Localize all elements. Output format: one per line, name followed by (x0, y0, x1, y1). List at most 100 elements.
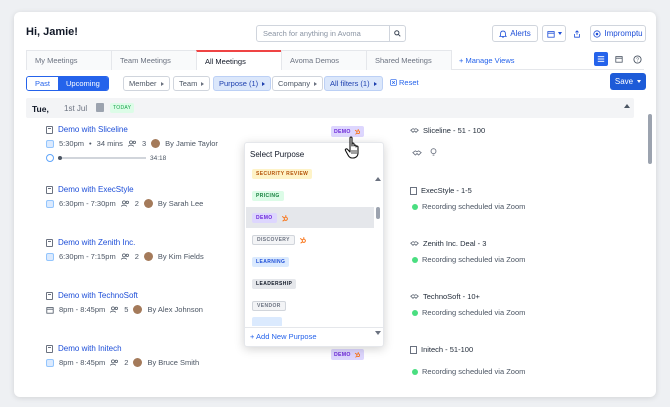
notes-icon (46, 292, 53, 300)
meeting-title[interactable]: Demo with Initech (58, 344, 122, 353)
purpose-option[interactable]: DEMO (246, 207, 374, 228)
add-new-purpose-link[interactable]: + Add New Purpose (250, 332, 317, 341)
member-filter-label: Member (129, 79, 157, 88)
attendees-icon (110, 306, 119, 313)
team-filter[interactable]: Team (173, 76, 211, 91)
meeting-duration: 34 mins (96, 139, 123, 148)
purpose-pill: VENDOR (252, 300, 286, 311)
reset-label: Reset (399, 78, 419, 87)
purpose-option[interactable]: VENDOR (246, 295, 374, 316)
purpose-pill: PRICING (252, 190, 284, 201)
alerts-label: Alerts (510, 29, 531, 38)
meeting-title[interactable]: Demo with TechnoSoft (58, 291, 138, 300)
calendar-day-icon (96, 103, 104, 112)
member-filter[interactable]: Member (123, 76, 170, 91)
purpose-tag-label: DEMO (334, 128, 351, 135)
purpose-option-partial[interactable] (246, 317, 374, 326)
caret-right-icon (201, 81, 205, 86)
deal-info[interactable]: Sliceline - 51 - 100 (410, 126, 485, 135)
play-icon[interactable] (46, 154, 54, 162)
meeting-title[interactable]: Demo with ExecStyle (58, 185, 134, 194)
meeting-owner: By Jamie Taylor (165, 139, 218, 148)
tab-avoma-demos[interactable]: Avoma Demos (281, 50, 367, 70)
deal-info[interactable]: Initech - 51-100 (410, 345, 473, 354)
tab-team-meetings[interactable]: Team Meetings (111, 50, 197, 70)
status-dot (412, 368, 418, 375)
all-filters-button[interactable]: All filters (1) (324, 76, 383, 91)
purpose-option[interactable]: SECURITY REVIEW (246, 163, 374, 184)
deal-name: Initech - 51-100 (421, 345, 474, 354)
playback-bar[interactable] (58, 155, 146, 160)
calendar-menu-button[interactable] (542, 25, 566, 42)
purpose-option[interactable]: LEARNING (246, 251, 374, 272)
deal-info[interactable]: Zenith Inc. Deal - 3 (410, 239, 486, 248)
tab-my-meetings[interactable]: My Meetings (26, 50, 112, 70)
search-box (256, 25, 406, 42)
share-button[interactable] (569, 25, 585, 42)
purpose-dropdown: Select Purpose SECURITY REVIEW PRICING D… (244, 142, 384, 347)
team-filter-label: Team (179, 79, 198, 88)
status-dot (412, 203, 418, 210)
past-toggle[interactable]: Past (27, 77, 59, 90)
meeting-title[interactable]: Demo with Zenith Inc. (58, 238, 135, 247)
help-button[interactable]: ? (630, 52, 644, 66)
purpose-filter-label: Purpose (1) (219, 79, 259, 88)
impromptu-button[interactable]: Impromptu (590, 25, 646, 42)
tab-shared-meetings[interactable]: Shared Meetings (366, 50, 452, 70)
purpose-option[interactable]: DISCOVERY (246, 229, 374, 250)
recording-icon (46, 252, 54, 261)
building-icon (410, 345, 417, 354)
search-input[interactable] (257, 26, 385, 41)
deal-info[interactable]: TechnoSoft - 10+ (410, 292, 480, 301)
avatar (143, 199, 153, 208)
deal-info[interactable]: ExecStyle - 1-5 (410, 186, 472, 195)
recording-status: Recording scheduled via Zoom (412, 308, 525, 317)
alerts-button[interactable]: Alerts (492, 25, 538, 42)
purpose-pill: LEADERSHIP (252, 278, 297, 289)
caret-right-icon (314, 81, 318, 86)
meeting-title[interactable]: Demo with Sliceline (58, 125, 128, 134)
upcoming-toggle[interactable]: Upcoming (58, 77, 108, 90)
scrollbar-thumb[interactable] (376, 207, 380, 219)
avatar (133, 305, 143, 314)
purpose-tag[interactable]: DEMO (331, 349, 364, 360)
attendees-icon (127, 140, 136, 147)
recording-status-text: Recording scheduled via Zoom (422, 202, 526, 211)
calendar-view-button[interactable] (612, 52, 626, 66)
scrollbar-thumb[interactable] (648, 114, 652, 164)
impromptu-label: Impromptu (604, 29, 643, 38)
day-date: 1st Jul (64, 104, 88, 113)
meeting-meta: 6:30pm - 7:15pm 2 By Kim Fields (46, 252, 204, 261)
tab-all-meetings[interactable]: All Meetings (196, 50, 282, 70)
playback-knob[interactable] (58, 155, 62, 160)
company-filter[interactable]: Company (272, 76, 324, 91)
meeting-owner: By Alex Johnson (147, 305, 203, 314)
purpose-filter[interactable]: Purpose (1) (213, 76, 272, 91)
recording-player: 34:18 (46, 154, 166, 162)
lightbulb-icon[interactable] (430, 148, 437, 157)
day-header: Tue, 1st Jul TODAY (26, 98, 634, 118)
caret-right-icon (373, 81, 377, 86)
purpose-option[interactable]: LEADERSHIP (246, 273, 374, 294)
collapse-chevron-icon[interactable] (624, 104, 630, 108)
crm-sync-icon[interactable] (412, 149, 422, 157)
scroll-up-icon[interactable] (375, 177, 381, 181)
search-button[interactable] (389, 26, 405, 41)
attendee-count: 3 (141, 139, 147, 148)
dropdown-title: Select Purpose (250, 150, 305, 159)
list-view-button[interactable] (594, 52, 608, 66)
dropdown-scrollbar[interactable] (375, 177, 381, 335)
scroll-down-icon[interactable] (375, 331, 381, 335)
reset-button[interactable]: Reset (390, 78, 419, 87)
deal-name: TechnoSoft - 10+ (423, 292, 480, 301)
record-icon (593, 29, 601, 38)
status-dot (412, 309, 418, 316)
view-switcher: ? (594, 52, 644, 66)
save-button[interactable]: Save (610, 73, 646, 90)
avatar (151, 139, 161, 148)
purpose-option[interactable]: PRICING (246, 185, 374, 206)
meeting-meta: 8pm - 8:45pm 2 By Bruce Smith (46, 358, 199, 367)
manage-views-link[interactable]: + Manage Views (451, 50, 531, 70)
page-scrollbar[interactable] (647, 108, 654, 396)
purpose-pill: DEMO (252, 212, 277, 223)
